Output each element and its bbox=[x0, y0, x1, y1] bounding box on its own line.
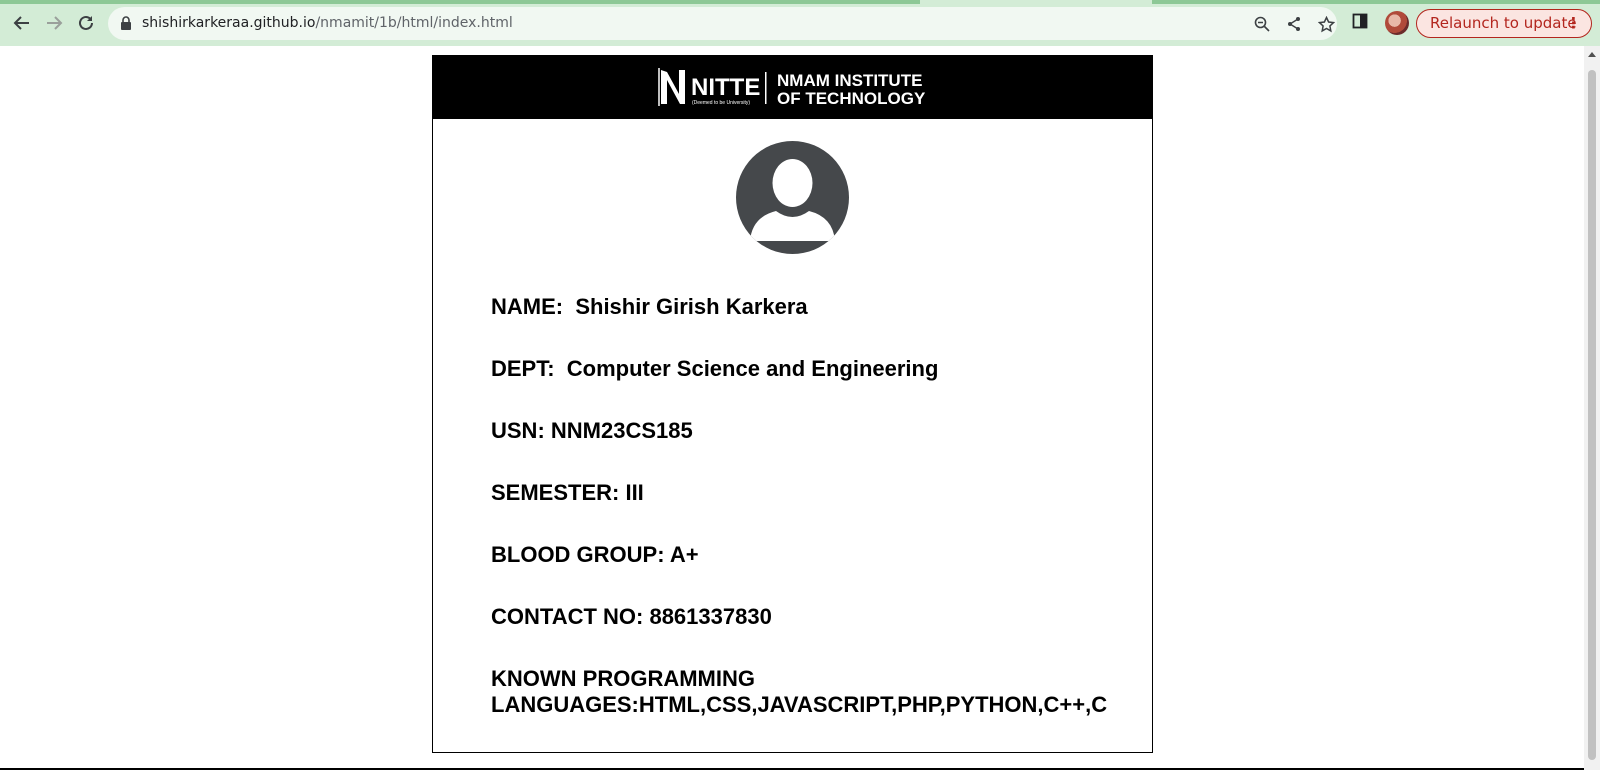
address-bar[interactable]: shishirkarkeraa.github.io/nmamit/1b/html… bbox=[108, 7, 1337, 40]
lock-icon bbox=[121, 16, 131, 30]
side-panel-icon[interactable] bbox=[1352, 13, 1368, 29]
blood-group-field: BLOOD GROUP: A+ bbox=[491, 542, 699, 567]
reload-button[interactable] bbox=[72, 9, 100, 37]
tab-strip bbox=[1152, 0, 1600, 4]
back-button[interactable] bbox=[8, 9, 36, 37]
tab-strip bbox=[0, 0, 920, 4]
semester-field: SEMESTER: III bbox=[491, 480, 644, 505]
url-path: /nmamit/1b/html/index.html bbox=[315, 15, 513, 31]
svg-text:(Deemed to be University): (Deemed to be University) bbox=[692, 100, 750, 106]
relaunch-button[interactable]: Relaunch to update ⋮ bbox=[1416, 9, 1592, 38]
scrollbar-thumb[interactable] bbox=[1588, 70, 1596, 760]
relaunch-label: Relaunch to update bbox=[1430, 14, 1577, 32]
share-icon bbox=[1288, 17, 1300, 31]
url-text[interactable]: shishirkarkeraa.github.io/nmamit/1b/html… bbox=[142, 15, 513, 31]
svg-text:NITTE: NITTE bbox=[691, 74, 760, 101]
more-menu-icon[interactable]: ⋮ bbox=[1566, 10, 1581, 37]
browser-toolbar: shishirkarkeraa.github.io/nmamit/1b/html… bbox=[0, 0, 1600, 46]
forward-button[interactable] bbox=[40, 9, 68, 37]
contact-field: CONTACT NO: 8861337830 bbox=[491, 604, 772, 629]
scrollbar[interactable] bbox=[1584, 46, 1600, 770]
bookmark-button[interactable] bbox=[1316, 14, 1336, 34]
svg-text:OF TECHNOLOGY: OF TECHNOLOGY bbox=[777, 89, 926, 108]
name-field: NAME: Shishir Girish Karkera bbox=[491, 294, 808, 319]
card-header: NITTE (Deemed to be University) NMAM INS… bbox=[433, 56, 1152, 119]
url-host: shishirkarkeraa.github.io bbox=[142, 15, 316, 31]
reload-icon bbox=[79, 15, 93, 30]
star-icon bbox=[1317, 15, 1335, 32]
arrow-left-icon bbox=[13, 16, 29, 30]
profile-placeholder-icon bbox=[736, 141, 849, 254]
arrow-right-icon bbox=[47, 16, 63, 30]
zoom-icon bbox=[1254, 16, 1270, 32]
zoom-button[interactable] bbox=[1252, 14, 1272, 34]
department-field: DEPT: Computer Science and Engineering bbox=[491, 356, 939, 381]
svg-text:NMAM INSTITUTE: NMAM INSTITUTE bbox=[777, 71, 922, 90]
languages-field: KNOWN PROGRAMMING LANGUAGES:HTML,CSS,JAV… bbox=[491, 666, 1108, 717]
share-button[interactable] bbox=[1284, 14, 1304, 34]
scroll-up-arrow-icon[interactable] bbox=[1588, 52, 1596, 57]
profile-avatar[interactable] bbox=[1385, 11, 1409, 35]
usn-field: USN: NNM23CS185 bbox=[491, 418, 693, 443]
id-card: NITTE (Deemed to be University) NMAM INS… bbox=[432, 55, 1153, 753]
nitte-logo: NITTE (Deemed to be University) NMAM INS… bbox=[658, 68, 926, 108]
